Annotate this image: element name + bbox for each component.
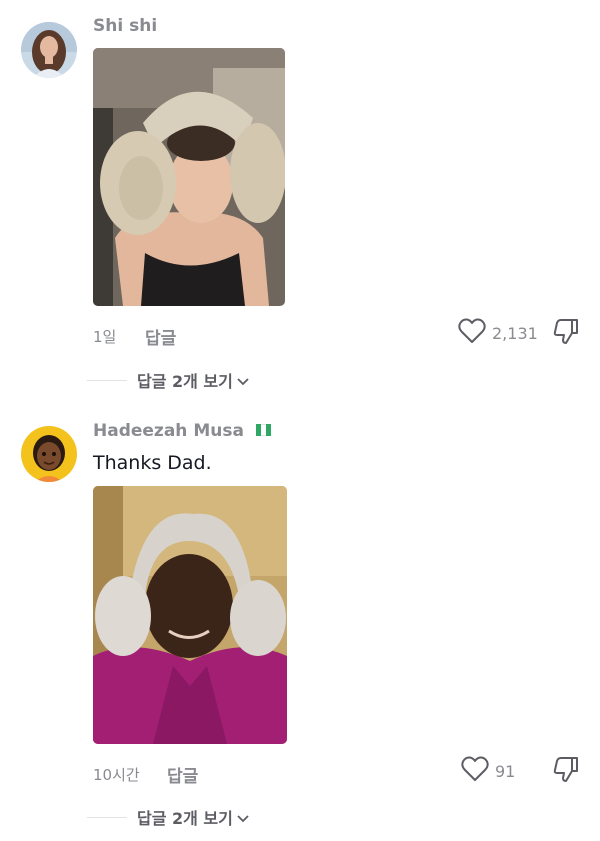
username-text: Hadeezah Musa: [93, 421, 244, 441]
like-count: 91: [495, 761, 516, 781]
comment-photo[interactable]: [93, 486, 287, 744]
dislike-button[interactable]: [552, 755, 580, 787]
comment-time: 1일: [93, 328, 117, 346]
username[interactable]: Shi shi: [93, 16, 157, 36]
view-replies-button[interactable]: 답글 2개 보기: [87, 805, 249, 829]
chevron-down-icon: [237, 808, 249, 827]
thumbs-down-outline-icon: [552, 319, 580, 349]
comment-photo[interactable]: [93, 48, 285, 306]
divider-line: [87, 816, 127, 818]
view-replies-button[interactable]: 답글 2개 보기: [87, 368, 249, 392]
comment-item: Shi shi 1일 답글 2,131 답글 2개 보기: [0, 0, 600, 400]
chevron-down-icon: [237, 371, 249, 390]
thumbs-down-outline-icon: [552, 757, 580, 787]
comment-time: 10시간: [93, 766, 140, 784]
username[interactable]: Hadeezah Musa: [93, 421, 271, 441]
avatar[interactable]: [21, 426, 77, 482]
reply-button[interactable]: 답글: [145, 324, 176, 349]
view-replies-label: 답글 2개 보기: [137, 372, 233, 391]
heart-outline-icon: [461, 756, 489, 786]
comment-text: Thanks Dad.: [93, 452, 212, 474]
like-button[interactable]: 91: [461, 756, 515, 786]
like-count: 2,131: [492, 323, 538, 343]
divider-line: [87, 379, 127, 381]
like-button[interactable]: 2,131: [458, 318, 538, 348]
nigeria-flag-icon: [255, 424, 271, 436]
comment-item: Hadeezah Musa Thanks Dad. 10시간 답글 91 답글 …: [0, 400, 600, 841]
avatar[interactable]: [21, 22, 77, 78]
dislike-button[interactable]: [552, 317, 580, 349]
view-replies-label: 답글 2개 보기: [137, 809, 233, 828]
reply-button[interactable]: 답글: [167, 762, 198, 787]
heart-outline-icon: [458, 318, 486, 348]
